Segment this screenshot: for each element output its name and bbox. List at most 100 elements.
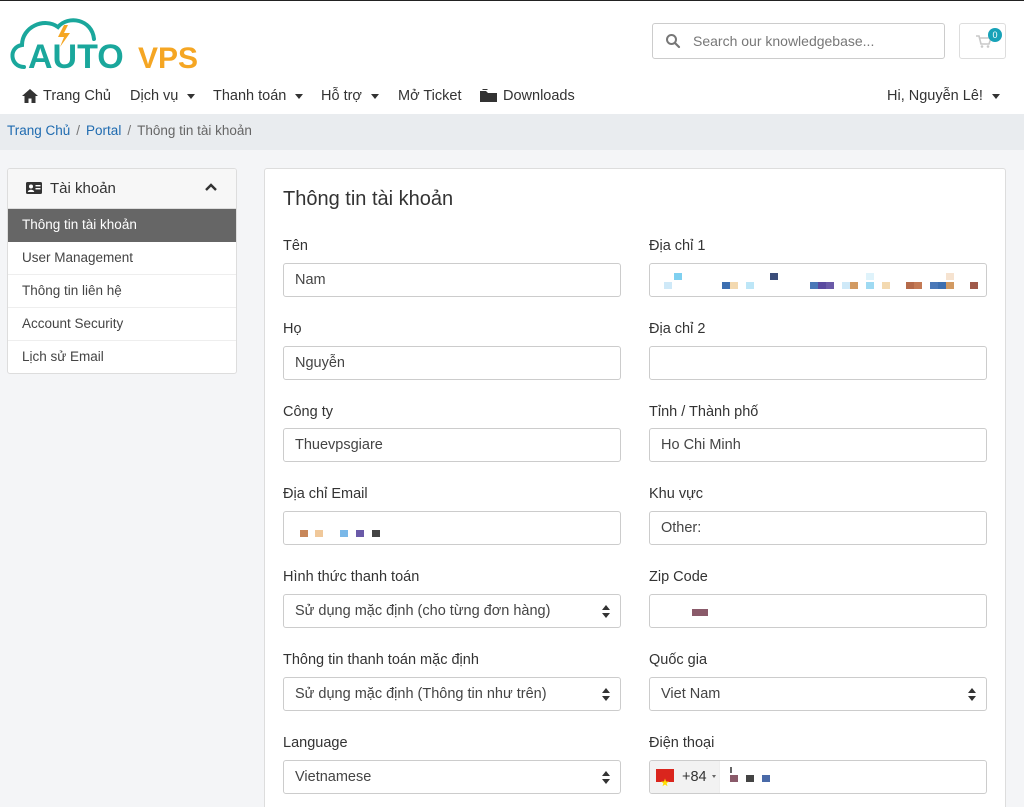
zip-code-input[interactable] — [649, 594, 987, 628]
redacted-pixel — [946, 282, 954, 289]
redacted-pixel — [730, 775, 738, 782]
redacted-pixel — [770, 273, 778, 280]
country-select[interactable]: Viet Nam — [649, 677, 987, 711]
last-name-input[interactable]: Nguyễn — [283, 346, 621, 380]
breadcrumb-home[interactable]: Trang Chủ — [7, 123, 70, 138]
caret-down-icon — [187, 93, 196, 99]
select-arrows-icon — [602, 605, 610, 618]
redacted-pixel — [906, 282, 914, 289]
home-icon — [22, 89, 38, 103]
redacted-pixel — [914, 282, 922, 289]
phone-label: Điện thoại — [649, 735, 715, 751]
redacted-pixel — [810, 282, 818, 289]
user-greeting: Hi, Nguyễn Lê! — [887, 88, 983, 104]
company-input[interactable]: Thuevpsgiare — [283, 428, 621, 462]
region-label: Khu vực — [649, 486, 704, 502]
first-name-input[interactable]: Nam — [283, 263, 621, 297]
main-nav: Trang Chủ Dịch vụ Thanh toán Hỗ trợ Mở T… — [0, 84, 1024, 112]
city-input[interactable]: Ho Chi Minh — [649, 428, 987, 462]
address1-input[interactable] — [649, 263, 987, 297]
redacted-pixel — [866, 282, 874, 289]
sidebar-item-contacts[interactable]: Thông tin liên hệ — [8, 275, 236, 308]
last-name-label: Họ — [283, 321, 302, 337]
email-input[interactable] — [283, 511, 621, 545]
sidebar-title: Tài khoản — [50, 180, 116, 197]
redacted-pixel — [664, 282, 672, 289]
breadcrumb-separator: / — [76, 123, 81, 138]
nav-item-open-ticket[interactable]: Mở Ticket — [398, 88, 462, 104]
logo-text-auto: AUTO — [28, 38, 124, 73]
redacted-pixel — [938, 282, 946, 289]
caret-down-icon — [712, 775, 716, 778]
language-label: Language — [283, 735, 348, 751]
autovps-logo[interactable]: AUTO VPS — [6, 11, 206, 73]
email-label: Địa chỉ Email — [283, 486, 368, 502]
sidebar-item-user-management[interactable]: User Management — [8, 242, 236, 275]
redacted-pixel — [300, 530, 308, 537]
search-input[interactable] — [693, 30, 933, 52]
redacted-pixel — [930, 282, 938, 289]
logo-text-vps: VPS — [138, 42, 198, 73]
redacted-pixel — [850, 282, 858, 289]
redacted-pixel — [692, 609, 700, 616]
knowledgebase-search[interactable] — [652, 23, 945, 59]
language-value: Vietnamese — [295, 769, 372, 785]
nav-label: Hỗ trợ — [321, 88, 362, 104]
address2-input[interactable] — [649, 346, 987, 380]
zip-code-label: Zip Code — [649, 569, 708, 585]
sidebar-item-account-security[interactable]: Account Security — [8, 308, 236, 341]
redacted-pixel — [372, 530, 380, 537]
phone-country-code: +84 — [682, 769, 707, 785]
redacted-pixel — [762, 775, 770, 782]
first-name-label: Tên — [283, 238, 308, 254]
cart-button[interactable]: 0 — [959, 23, 1006, 59]
search-icon — [666, 34, 681, 49]
chevron-up-icon[interactable] — [204, 181, 218, 193]
nav-label: Downloads — [503, 88, 575, 104]
redacted-pixel — [700, 609, 708, 616]
breadcrumb-portal[interactable]: Portal — [86, 123, 121, 138]
redacted-pixel — [842, 282, 850, 289]
header: AUTO VPS 0 Trang Chủ Dịch vụ Thanh toán — [0, 0, 1024, 114]
sidebar-item-email-history[interactable]: Lịch sử Email — [8, 341, 236, 373]
caret-down-icon — [370, 93, 379, 99]
region-input[interactable]: Other: — [649, 511, 987, 545]
sidebar-item-account-info[interactable]: Thông tin tài khoản — [8, 209, 236, 242]
redacted-pixel — [826, 282, 834, 289]
redacted-pixel — [356, 530, 364, 537]
sidebar-header[interactable]: Tài khoản — [8, 169, 236, 209]
nav-label: Dịch vụ — [130, 88, 179, 104]
nav-label: Trang Chủ — [43, 88, 111, 104]
nav-item-home[interactable]: Trang Chủ — [22, 88, 111, 104]
redacted-pixel — [946, 273, 954, 280]
redacted-pixel — [315, 530, 323, 537]
country-value: Viet Nam — [661, 686, 721, 702]
address2-label: Địa chỉ 2 — [649, 321, 706, 337]
redacted-pixel — [730, 282, 738, 289]
payment-method-select[interactable]: Sử dụng mặc định (cho từng đơn hàng) — [283, 594, 621, 628]
address1-label: Địa chỉ 1 — [649, 238, 706, 254]
nav-item-support[interactable]: Hỗ trợ — [321, 88, 379, 104]
caret-down-icon — [295, 93, 304, 99]
select-arrows-icon — [602, 688, 610, 701]
user-menu[interactable]: Hi, Nguyễn Lê! — [887, 88, 1000, 104]
breadcrumb-separator: / — [127, 123, 132, 138]
id-card-icon — [26, 182, 42, 194]
city-label: Tỉnh / Thành phố — [649, 404, 759, 420]
nav-item-billing[interactable]: Thanh toán — [213, 88, 304, 104]
nav-item-services[interactable]: Dịch vụ — [130, 88, 196, 104]
redacted-pixel — [970, 282, 978, 289]
vietnam-flag-icon — [656, 769, 674, 787]
payment-method-label: Hình thức thanh toán — [283, 569, 420, 585]
nav-item-downloads[interactable]: Downloads — [480, 88, 575, 104]
select-arrows-icon — [968, 688, 976, 701]
redacted-pixel — [722, 282, 730, 289]
page-title: Thông tin tài khoản — [283, 188, 454, 210]
language-select[interactable]: Vietnamese — [283, 760, 621, 794]
redacted-pixel — [746, 282, 754, 289]
phone-country-picker[interactable]: +84 — [650, 761, 720, 793]
billing-contact-select[interactable]: Sử dụng mặc định (Thông tin như trên) — [283, 677, 621, 711]
phone-input[interactable]: +84 — [649, 760, 987, 794]
nav-label: Mở Ticket — [398, 88, 462, 104]
caret-down-icon — [991, 93, 1000, 99]
